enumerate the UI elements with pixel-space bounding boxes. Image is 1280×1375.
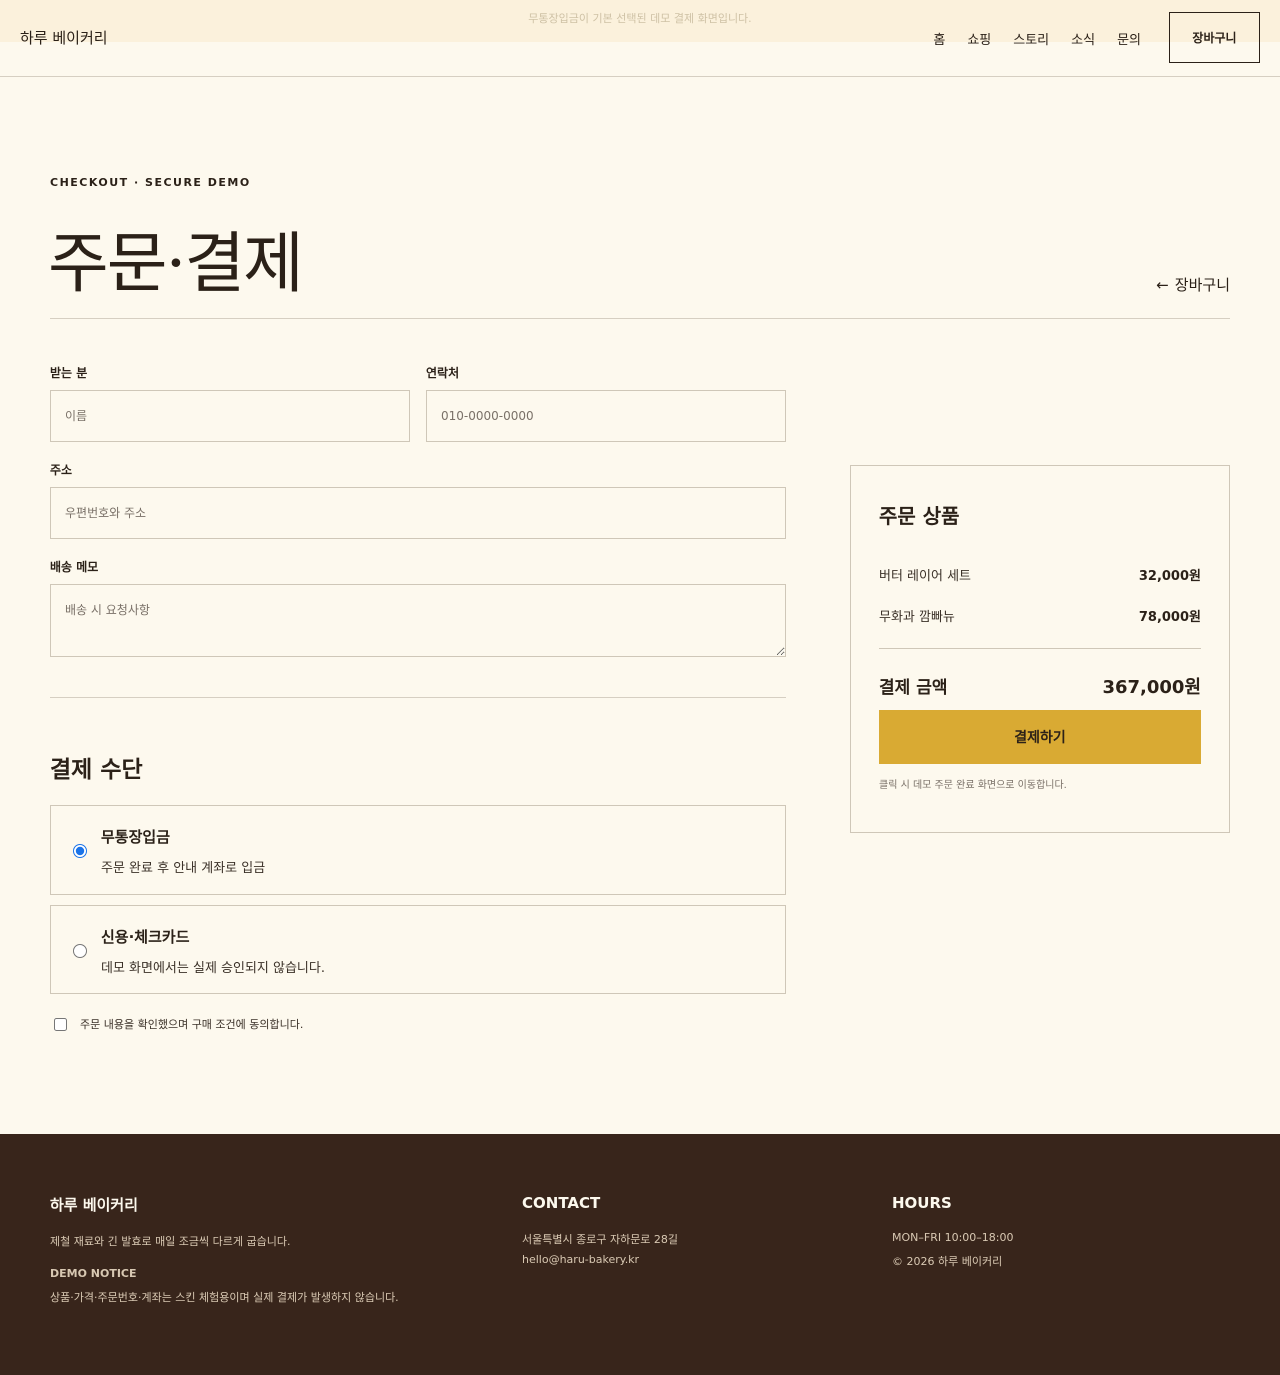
payment-option-card[interactable]: 신용·체크카드 데모 화면에서는 실제 승인되지 않습니다.: [50, 905, 786, 994]
footer-email[interactable]: hello@haru-bakery.kr: [522, 1253, 639, 1266]
total-value: 367,000원: [1102, 677, 1201, 698]
total-label: 결제 금액: [879, 678, 948, 698]
nav-item-home[interactable]: 홈: [933, 29, 945, 48]
footer-demo-heading: DEMO NOTICE: [50, 1267, 137, 1280]
agree-checkbox[interactable]: [54, 1017, 67, 1031]
page-title: 주문·결제: [48, 225, 304, 302]
phone-input[interactable]: [426, 390, 786, 442]
arrow-left-icon: ←: [1156, 276, 1169, 294]
site-header: 하루 베이커리 홈 쇼핑 스토리 소식 문의 장바구니: [0, 0, 1280, 77]
nav-item-news[interactable]: 소식: [1071, 29, 1095, 48]
footer-brand: 하루 베이커리: [50, 1196, 139, 1214]
memo-textarea[interactable]: [50, 584, 786, 657]
phone-label: 연락처: [426, 366, 460, 380]
memo-label: 배송 메모: [50, 560, 99, 574]
payment-section-title: 결제 수단: [50, 757, 143, 783]
address-input[interactable]: [50, 487, 786, 539]
nav-item-story[interactable]: 스토리: [1013, 29, 1049, 48]
summary-title: 주문 상품: [879, 504, 960, 528]
footer-contact-heading: CONTACT: [522, 1194, 601, 1212]
divider: [50, 697, 786, 698]
footer-tagline: 제철 재료와 긴 발효로 매일 조금씩 다르게 굽습니다.: [50, 1235, 291, 1248]
address-label: 주소: [50, 463, 73, 477]
bank-transfer-radio[interactable]: [73, 844, 87, 858]
nav-item-shop[interactable]: 쇼핑: [967, 29, 991, 48]
cart-button[interactable]: 장바구니: [1169, 12, 1260, 63]
payment-option-title: 신용·체크카드: [101, 928, 190, 946]
pay-button[interactable]: 결제하기: [879, 710, 1201, 764]
recipient-label: 받는 분: [50, 366, 88, 380]
payment-option-bank-transfer[interactable]: 무통장입금 주문 완료 후 안내 계좌로 입금: [50, 805, 786, 895]
recipient-input[interactable]: [50, 390, 410, 442]
footer-copyright: © 2026 하루 베이커리: [892, 1255, 1003, 1268]
summary-item-price: 78,000원: [1138, 610, 1201, 625]
pay-note: 클릭 시 데모 주문 완료 화면으로 이동합니다.: [879, 780, 1067, 791]
back-to-cart-label: 장바구니: [1174, 276, 1230, 294]
nav-item-contact[interactable]: 문의: [1117, 29, 1141, 48]
payment-option-desc: 주문 완료 후 안내 계좌로 입금: [101, 861, 266, 876]
card-radio[interactable]: [73, 944, 87, 958]
footer-address: 서울특별시 종로구 자하문로 28길: [522, 1233, 679, 1246]
footer-hours: MON–FRI 10:00–18:00: [892, 1231, 1014, 1244]
main-nav: 홈 쇼핑 스토리 소식 문의: [911, 29, 1141, 48]
agree-label: 주문 내용을 확인했으며 구매 조건에 동의합니다.: [80, 1018, 304, 1031]
brand-logo[interactable]: 하루 베이커리: [20, 27, 108, 48]
summary-item-name: 버터 레이어 세트: [879, 569, 971, 584]
summary-item-price: 32,000원: [1138, 569, 1201, 584]
back-to-cart-link[interactable]: ← 장바구니: [1156, 274, 1230, 295]
agree-terms[interactable]: 주문 내용을 확인했으며 구매 조건에 동의합니다.: [54, 1016, 303, 1032]
footer-demo-text: 상품·가격·주문번호·계좌는 스킨 체험용이며 실제 결제가 발생하지 않습니다…: [50, 1291, 399, 1304]
site-footer: 하루 베이커리 제철 재료와 긴 발효로 매일 조금씩 다르게 굽습니다. DE…: [0, 1134, 1280, 1375]
payment-option-title: 무통장입금: [101, 828, 171, 846]
footer-hours-heading: HOURS: [892, 1194, 952, 1212]
divider: [879, 648, 1201, 649]
payment-option-desc: 데모 화면에서는 실제 승인되지 않습니다.: [101, 961, 325, 976]
page-eyebrow: CHECKOUT · SECURE DEMO: [50, 176, 251, 189]
summary-item-name: 무화과 깜빠뉴: [879, 610, 955, 625]
divider: [50, 318, 1230, 319]
order-summary: 주문 상품 버터 레이어 세트 32,000원 무화과 깜빠뉴 78,000원 …: [850, 465, 1230, 833]
